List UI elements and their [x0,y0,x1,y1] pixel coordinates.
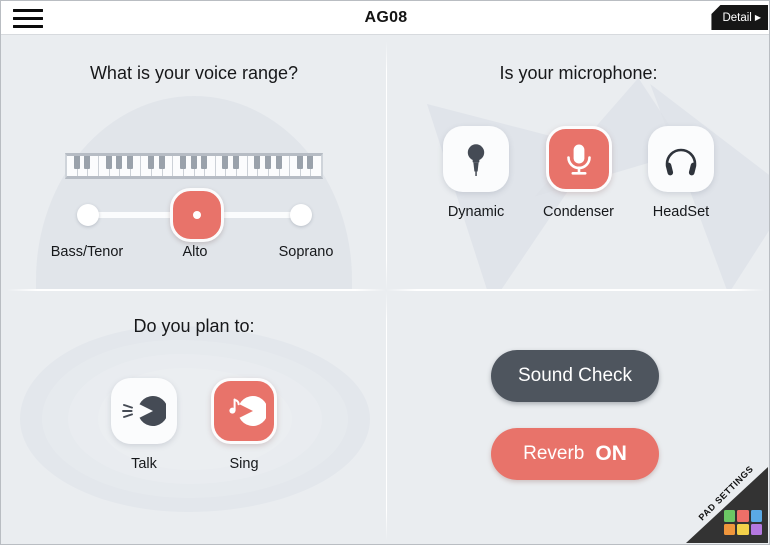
microphone-title: Is your microphone: [499,63,658,83]
pad-grid-icon[interactable] [724,510,762,535]
mic-option-headset-card[interactable] [647,126,714,192]
slider-handle-alto[interactable] [170,188,224,242]
piano-keyboard-icon [65,153,323,179]
mic-option-condenser-label: Condenser [543,204,614,220]
mic-option-condenser-card[interactable] [545,126,612,192]
piano-white-key [216,156,229,176]
piano-white-key [248,156,261,176]
piano-black-key [307,156,314,169]
piano-white-key [290,156,303,176]
voice-range-labels: Bass/Tenor Alto Soprano [2,244,386,264]
reverb-state-badge: ON [595,442,627,465]
slider-stop-bass-tenor[interactable] [77,204,99,226]
voice-range-title: What is your voice range? [89,63,299,83]
reverb-toggle-button[interactable]: Reverb ON [491,428,659,480]
pad-swatch[interactable] [737,523,749,535]
panel-divider-horizontal [7,289,765,291]
pad-swatch[interactable] [750,510,762,522]
mic-option-headset-label: HeadSet [652,204,710,220]
sound-check-label: Sound Check [517,365,633,386]
piano-white-key [173,156,186,176]
voice-range-slider[interactable] [65,188,323,242]
plan-option-sing-card[interactable] [211,378,277,444]
piano-black-key [190,156,197,169]
plan-option-talk[interactable]: Talk [111,378,177,472]
plan-option-talk-label: Talk [131,456,157,472]
piano-black-key [116,156,123,169]
plan-panel: Do you plan to: Talk Sing [2,290,386,544]
voice-range-label-alto[interactable]: Alto [183,244,208,260]
piano-black-key [105,156,112,169]
triangle-right-icon: ▶ [754,13,761,22]
pad-swatch[interactable] [724,523,736,535]
microphone-options: Dynamic Condenser HeadSet [387,126,769,220]
ag08-controller-app: AG08 Detail▶ What is your voice range? [0,0,770,545]
piano-black-key [73,156,80,169]
page-title: AG08 [364,9,408,26]
plan-options: Talk Sing [2,378,386,472]
singing-face-icon [229,396,266,426]
headset-icon [665,148,697,176]
piano-black-key [179,156,186,169]
microphone-panel: Is your microphone: Dynamic Condenser He… [387,36,769,289]
piano-black-key [201,156,208,169]
app-header: AG08 Detail ▶ [1,1,769,35]
piano-black-key [222,156,229,169]
piano-black-key [254,156,261,169]
condenser-microphone-icon [566,144,591,175]
pad-swatch[interactable] [750,523,762,535]
pad-swatch[interactable] [737,510,749,522]
piano-black-key [275,156,282,169]
plan-option-talk-card[interactable] [111,378,177,444]
piano-black-key [84,156,91,169]
detail-button[interactable]: Detail ▶ [711,5,768,30]
plan-option-sing[interactable]: Sing [211,378,277,472]
piano-black-key [148,156,154,169]
mic-option-dynamic[interactable]: Dynamic [443,126,510,220]
pad-settings-button[interactable]: PAD SETTINGS [686,464,768,543]
mic-option-dynamic-label: Dynamic [447,204,505,220]
piano-black-key [296,156,303,169]
pad-swatch[interactable] [724,510,736,522]
mic-option-condenser[interactable]: Condenser [543,126,614,220]
panel-divider-vertical [385,41,387,541]
dynamic-microphone-icon [467,144,485,176]
piano-white-key [141,156,154,176]
mic-option-headset[interactable]: HeadSet [647,126,714,220]
slider-stop-soprano[interactable] [290,204,312,226]
piano-black-key [264,156,271,169]
slider-handle-dot [193,211,201,219]
plan-title: Do you plan to: [133,316,255,336]
mic-option-dynamic-card[interactable] [443,126,510,192]
sound-check-button[interactable]: Sound Check [491,350,659,402]
voice-range-panel: What is your voice range? Bass/Tenor Alt… [2,36,386,289]
voice-range-label-soprano[interactable]: Soprano [279,244,334,260]
detail-button-label: Detail [722,12,752,24]
reverb-label: Reverb [523,443,585,464]
talking-face-icon [122,396,166,426]
piano-white-key [99,156,112,176]
piano-black-key [158,156,165,169]
piano-black-key [126,156,133,169]
piano-white-key [67,156,80,176]
plan-option-sing-label: Sing [229,456,259,472]
piano-black-key [233,156,239,169]
voice-range-label-bass-tenor[interactable]: Bass/Tenor [51,244,124,260]
